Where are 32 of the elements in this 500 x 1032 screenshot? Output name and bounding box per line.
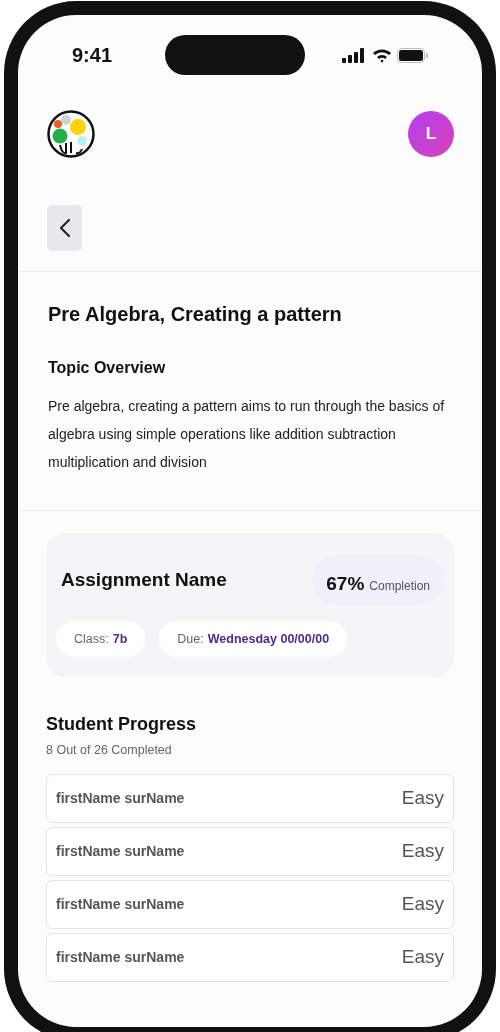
wifi-icon — [372, 47, 392, 63]
student-row[interactable]: firstName surName Easy — [46, 879, 454, 929]
student-name: firstName surName — [56, 947, 185, 967]
overview-heading: Topic Overview — [48, 358, 167, 378]
back-button[interactable] — [47, 205, 82, 251]
completion-value: 67% — [326, 572, 365, 596]
student-row[interactable]: firstName surName Easy — [46, 932, 454, 982]
student-name: firstName surName — [56, 788, 185, 808]
progress-title: Student Progress — [46, 713, 198, 736]
user-avatar[interactable]: L — [408, 111, 454, 157]
battery-icon — [397, 47, 428, 63]
chevron-left-icon — [58, 218, 71, 238]
student-row[interactable]: firstName surName Easy — [46, 826, 454, 876]
topic-description: Pre algebra, creating a pattern aims to run through the basics of algebra using simple operations like addition subtraction multiplication and division — [48, 397, 446, 472]
difficulty-label: Easy — [401, 892, 444, 916]
difficulty-label: Easy — [401, 945, 444, 969]
due-label: Due: — [177, 630, 204, 648]
progress-summary: 8 Out of 26 Completed — [46, 742, 173, 759]
class-label: Class: — [74, 630, 109, 648]
student-name: firstName surName — [56, 841, 185, 861]
completion-label: Completion — [369, 578, 430, 595]
due-value: Wednesday 00/00/00 — [207, 630, 330, 648]
difficulty-label: Easy — [401, 786, 444, 810]
assignment-name: Assignment Name — [61, 567, 227, 592]
logo-icon — [46, 109, 96, 159]
difficulty-label: Easy — [401, 839, 444, 863]
student-name: firstName surName — [56, 894, 185, 914]
status-time: 9:41 — [72, 43, 114, 68]
signal-icon — [342, 47, 367, 63]
class-value: 7b — [112, 630, 128, 648]
student-row[interactable]: firstName surName Easy — [46, 773, 454, 823]
topic-title: Pre Algebra, Creating a pattern — [48, 302, 343, 327]
